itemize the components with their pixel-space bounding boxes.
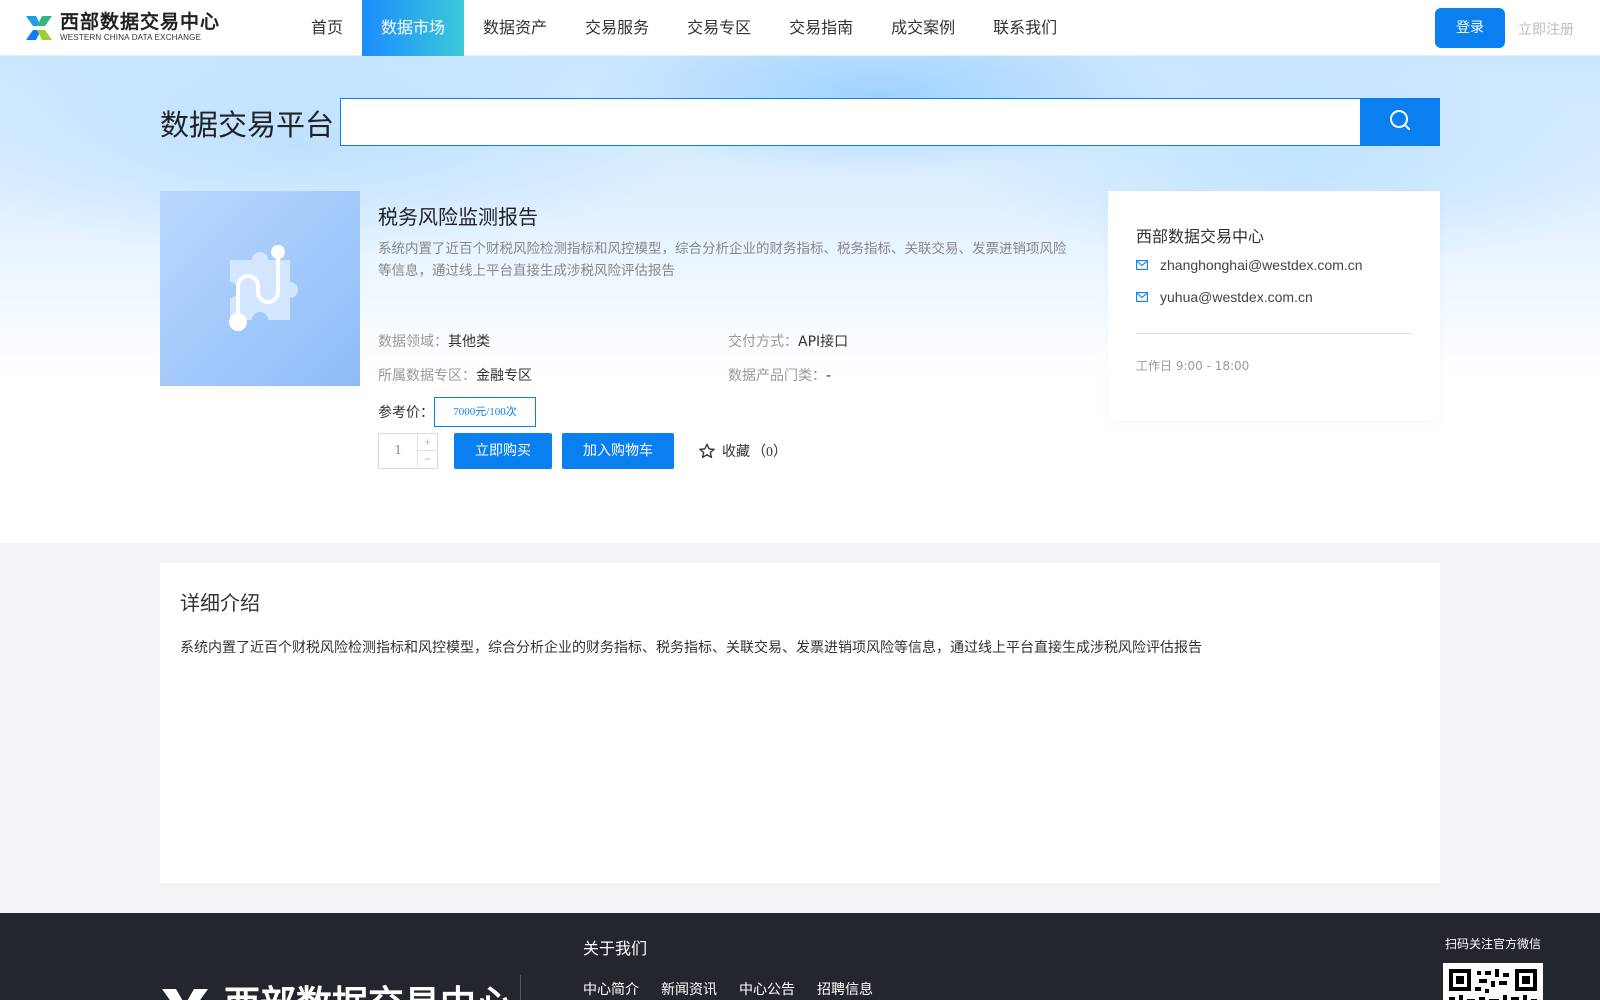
- contact-divider: [1136, 333, 1412, 334]
- meta-delivery-key: 交付方式：: [728, 334, 798, 350]
- logo-mark-icon: [24, 13, 54, 43]
- contact-hours: 工作日 9:00 - 18:00: [1136, 359, 1250, 373]
- contact-email-1[interactable]: zhanghonghai@westdex.com.cn: [1136, 257, 1363, 273]
- page-title: 数据交易平台: [160, 108, 335, 142]
- meta-domain-value: 其他类: [448, 334, 490, 350]
- favorite-count: （0）: [752, 445, 787, 460]
- add-to-cart-button[interactable]: 加入购物车: [562, 433, 674, 469]
- contact-title: 西部数据交易中心: [1136, 227, 1265, 246]
- footer-link-jobs[interactable]: 招聘信息: [817, 979, 873, 999]
- footer-logo[interactable]: 西部数据交易中心: [160, 985, 512, 1000]
- footer-logo-text: 西部数据交易中心: [224, 985, 512, 1000]
- nav-item-2[interactable]: 数据资产: [464, 0, 566, 56]
- search-button[interactable]: [1360, 98, 1440, 146]
- footer-link-intro[interactable]: 中心简介: [583, 979, 639, 999]
- meta-category-value: -: [826, 368, 832, 384]
- mail-icon: [1136, 260, 1148, 270]
- meta-domain-key: 数据领域：: [378, 334, 448, 350]
- favorite-label: 收藏: [722, 444, 750, 460]
- detail-text: 系统内置了近百个财税风险检测指标和风控模型，综合分析企业的财务指标、税务指标、关…: [180, 640, 1202, 656]
- footer-links: 中心简介 新闻资讯 中心公告 招聘信息: [583, 979, 895, 999]
- favorite-button[interactable]: 收藏 （0）: [698, 433, 787, 469]
- nav-item-0[interactable]: 首页: [292, 0, 362, 56]
- meta-domain: 数据领域：其他类: [378, 331, 490, 351]
- price-label: 参考价：: [378, 405, 434, 421]
- quantity-stepper: 1 + −: [378, 433, 438, 469]
- meta-zone: 所属数据专区：金融专区: [378, 365, 532, 385]
- footer-about-title: 关于我们: [583, 939, 648, 958]
- detail-section: 详细介绍 系统内置了近百个财税风险检测指标和风控模型，综合分析企业的财务指标、税…: [160, 563, 1440, 883]
- wechat-qr-code: [1443, 963, 1543, 1000]
- main-nav: 首页 数据市场 数据资产 交易服务 交易专区 交易指南 成交案例 联系我们: [292, 0, 1076, 56]
- search-input[interactable]: [340, 98, 1362, 146]
- footer-link-news[interactable]: 新闻资讯: [661, 979, 717, 999]
- contact-email-text: zhanghonghai@westdex.com.cn: [1160, 257, 1363, 273]
- mail-icon: [1136, 292, 1148, 302]
- logo-subtitle: WESTERN CHINA DATA EXCHANGE: [60, 33, 202, 42]
- product-hero: 数据交易平台 税务风险监测报告 系统内置了近百个财税风险检测指标和风控模型，综合…: [0, 56, 1600, 543]
- price-option[interactable]: 7000元/100次: [434, 397, 536, 427]
- product-image: [160, 191, 360, 386]
- star-outline-icon: [698, 442, 716, 460]
- quantity-input[interactable]: 1: [379, 434, 417, 468]
- site-footer: 西部数据交易中心 关于我们 中心简介 新闻资讯 中心公告 招聘信息 扫码关注官方…: [0, 913, 1600, 1000]
- register-link[interactable]: 立即注册: [1518, 19, 1574, 39]
- quantity-decrease-button[interactable]: −: [418, 451, 437, 468]
- meta-delivery-value: API接口: [798, 334, 849, 350]
- nav-item-7[interactable]: 联系我们: [974, 0, 1076, 56]
- product-title: 税务风险监测报告: [378, 205, 538, 229]
- meta-zone-key: 所属数据专区：: [378, 368, 476, 384]
- product-description: 系统内置了近百个财税风险检测指标和风控模型，综合分析企业的财务指标、税务指标、关…: [378, 241, 1067, 279]
- buy-now-button[interactable]: 立即购买: [454, 433, 552, 469]
- meta-delivery: 交付方式：API接口: [728, 331, 848, 351]
- meta-zone-value: 金融专区: [476, 368, 532, 384]
- logo-title: 西部数据交易中心: [60, 12, 221, 33]
- meta-category: 数据产品门类：-: [728, 365, 831, 385]
- nav-item-6[interactable]: 成交案例: [872, 0, 974, 56]
- nav-item-4[interactable]: 交易专区: [668, 0, 770, 56]
- nav-item-3[interactable]: 交易服务: [566, 0, 668, 56]
- footer-link-notice[interactable]: 中心公告: [739, 979, 795, 999]
- nav-item-1[interactable]: 数据市场: [362, 0, 465, 56]
- top-header: 西部数据交易中心 WESTERN CHINA DATA EXCHANGE 首页数…: [0, 0, 1600, 56]
- puzzle-route-icon: [210, 236, 310, 341]
- detail-title: 详细介绍: [180, 591, 260, 615]
- footer-qr-label: 扫码关注官方微信: [1445, 937, 1542, 951]
- contact-card: 西部数据交易中心 zhanghonghai@westdex.com.cn yuh…: [1108, 191, 1440, 421]
- login-button[interactable]: 登录: [1435, 8, 1505, 48]
- site-logo[interactable]: 西部数据交易中心 WESTERN CHINA DATA EXCHANGE: [24, 13, 220, 43]
- meta-category-key: 数据产品门类：: [728, 368, 826, 384]
- contact-email-2[interactable]: yuhua@westdex.com.cn: [1136, 289, 1313, 305]
- footer-divider: [520, 975, 521, 1000]
- search-icon: [1388, 108, 1412, 137]
- quantity-increase-button[interactable]: +: [418, 434, 437, 451]
- footer-logo-mark-icon: [160, 985, 210, 1000]
- nav-item-5[interactable]: 交易指南: [770, 0, 872, 56]
- contact-email-text: yuhua@westdex.com.cn: [1160, 289, 1313, 305]
